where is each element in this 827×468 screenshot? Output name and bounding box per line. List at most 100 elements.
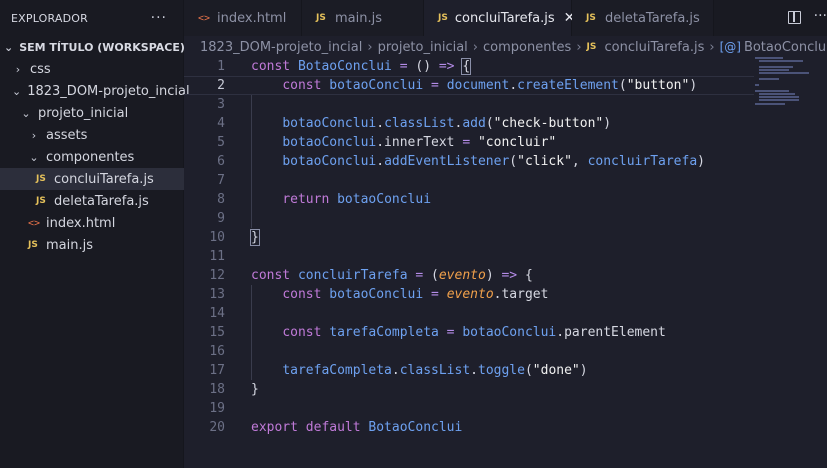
tab-deletaTarefa-js[interactable]: JS deletaTarefa.js [572, 0, 714, 36]
folder-item[interactable]: › assets [0, 124, 184, 146]
folder-item[interactable]: ⌄ projeto_inicial [0, 102, 184, 124]
code-token: ( [509, 154, 518, 169]
code-token: . [391, 363, 400, 378]
breadcrumb-part[interactable]: componentes [483, 40, 571, 55]
breadcrumb-part[interactable]: projeto_inicial [378, 40, 468, 55]
line-number: 12 [209, 268, 225, 283]
code-text: return botaoConclui [251, 190, 431, 209]
code-token: BotaoConclui [297, 59, 392, 74]
code-token: ) [689, 78, 698, 93]
code-token: () [415, 59, 439, 74]
line-number: 2 [217, 78, 225, 93]
file-item[interactable]: JS main.js [0, 234, 184, 256]
code-line[interactable]: 14 [184, 304, 754, 323]
chevron-down-icon: ⌄ [4, 40, 14, 54]
code-line[interactable]: 4 botaoConclui.classList.add("check-butt… [184, 114, 754, 133]
code-token: "done" [532, 363, 580, 378]
code-token: tarefaCompleta [282, 363, 392, 378]
file-item[interactable]: JS deletaTarefa.js [0, 190, 184, 212]
code-token: ) [485, 268, 502, 283]
code-line[interactable]: 2 const botaoConclui = document.createEl… [184, 76, 754, 95]
code-token: botaoConclui [462, 325, 557, 340]
code-token: => [501, 268, 525, 283]
line-number: 15 [209, 325, 225, 340]
code-line[interactable]: 17 tarefaCompleta.classList.toggle("done… [184, 361, 754, 380]
code-line[interactable]: 12 const concluirTarefa = (evento) => { [184, 266, 754, 285]
workspace-root[interactable]: ⌄ SEM TÍTULO (WORKSPACE) [0, 36, 185, 58]
code-token: concluirTarefa [297, 268, 408, 283]
tab-main-js[interactable]: JS main.js [302, 0, 424, 36]
code-line[interactable]: 19 [184, 399, 754, 418]
code-token: . [376, 116, 385, 131]
line-number: 7 [217, 173, 225, 188]
split-editor-icon[interactable] [788, 11, 801, 24]
breadcrumb-part[interactable]: 1823_DOM-projeto_incial [200, 40, 362, 55]
explorer-title: EXPLORADOR [11, 11, 89, 25]
code-token: . [376, 154, 385, 169]
code-line[interactable]: 13 const botaoConclui = evento.target [184, 285, 754, 304]
folder-item[interactable]: › css [0, 58, 184, 80]
tab-more-actions-icon[interactable]: ··· [814, 8, 827, 24]
code-token: .target [493, 287, 549, 302]
code-token: BotaoConclui [368, 420, 463, 435]
code-line[interactable]: 10} [184, 228, 754, 247]
breadcrumb-symbol[interactable]: BotaoConclui [744, 40, 827, 55]
code-line[interactable]: 3 [184, 95, 754, 114]
code-line[interactable]: 7 [184, 171, 754, 190]
code-line[interactable]: 18} [184, 380, 754, 399]
code-token: . [470, 363, 478, 378]
code-token: botaoConclui [329, 287, 424, 302]
code-token: createElement [517, 78, 619, 93]
code-token: "check-button" [493, 116, 604, 131]
folder-item[interactable]: ⌄ 1823_DOM-projeto_incial [0, 80, 190, 102]
folder-item[interactable]: ⌄ componentes [0, 146, 184, 168]
tab-label: main.js [335, 10, 382, 26]
code-token: = [423, 78, 447, 93]
code-text: botaoConclui.classList.add("check-button… [251, 114, 611, 133]
minimap[interactable] [755, 57, 819, 105]
code-token: { [524, 268, 533, 283]
code-token: "concluir" [477, 135, 557, 150]
breadcrumb-file[interactable]: concluiTarefa.js [605, 40, 705, 55]
more-actions-icon[interactable]: ··· [151, 10, 167, 26]
tab-index-html[interactable]: <> index.html [184, 0, 302, 36]
code-token: "button" [626, 78, 690, 93]
code-line[interactable]: 9 [184, 209, 754, 228]
line-number: 9 [217, 211, 225, 226]
code-line[interactable]: 16 [184, 342, 754, 361]
tree-item-label: projeto_inicial [38, 105, 129, 121]
code-token: const [251, 268, 298, 283]
code-line[interactable]: 8 return botaoConclui [184, 190, 754, 209]
code-token: const [282, 287, 330, 302]
tree-item-label: 1823_DOM-projeto_incial [27, 83, 190, 99]
symbol-variable-icon: [@] [719, 40, 741, 54]
code-line[interactable]: 1 const BotaoConclui = () => { [184, 57, 754, 76]
code-text: } [250, 228, 260, 247]
breadcrumb: 1823_DOM-projeto_incial › projeto_inicia… [200, 37, 827, 57]
code-token: ( [524, 363, 533, 378]
file-item[interactable]: <> index.html [0, 212, 184, 234]
code-line[interactable]: 5 botaoConclui.innerText = "concluir" [184, 133, 754, 152]
tab-concluiTarefa-js[interactable]: JS concluiTarefa.js ✕ [424, 0, 575, 36]
code-line[interactable]: 6 botaoConclui.addEventListener("click",… [184, 152, 754, 171]
code-text: tarefaCompleta.classList.toggle("done") [251, 361, 587, 380]
code-editor[interactable]: 1 const BotaoConclui = () => {2 const bot… [184, 57, 827, 468]
code-line[interactable]: 20 export default BotaoConclui [184, 418, 754, 437]
code-text: botaoConclui.addEventListener("click", c… [251, 152, 705, 171]
code-token: => [438, 59, 463, 74]
code-token: evento [438, 268, 486, 283]
tree-item-label: assets [46, 127, 88, 143]
code-token: ) [697, 154, 705, 169]
tab-label: index.html [217, 10, 287, 26]
code-token: .parentElement [556, 325, 666, 340]
code-token: return [282, 192, 338, 207]
code-token: classList [384, 116, 455, 131]
code-line[interactable]: 15 const tarefaCompleta = botaoConclui.p… [184, 323, 754, 342]
file-item[interactable]: JS concluiTarefa.js [0, 168, 184, 190]
line-number: 10 [209, 230, 225, 245]
code-line[interactable]: 11 [184, 247, 754, 266]
